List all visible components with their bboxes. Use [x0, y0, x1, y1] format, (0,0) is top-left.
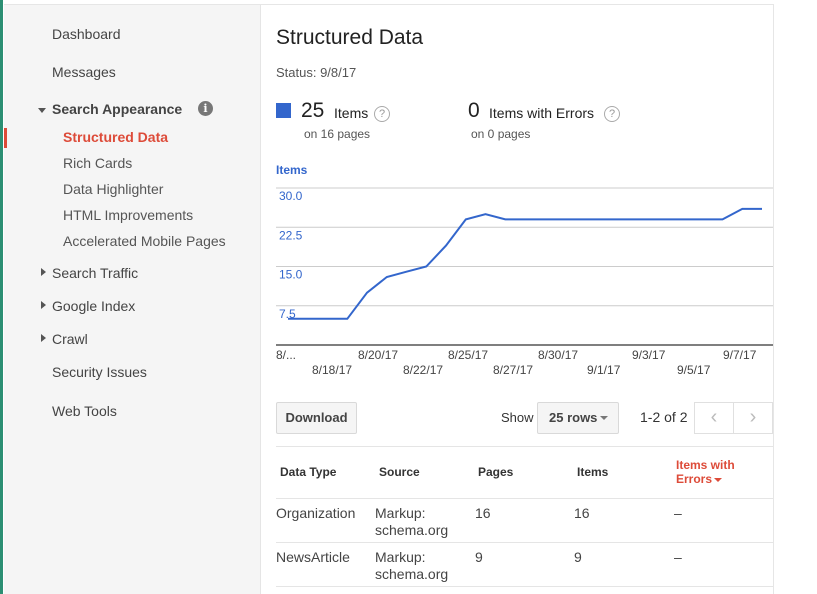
rows-select[interactable]: 25 rows [537, 402, 619, 434]
active-indicator [4, 128, 7, 148]
show-label: Show [501, 410, 534, 425]
prev-page-button[interactable]: ‹ [694, 402, 734, 434]
x-tick-label: 9/7/17 [723, 348, 757, 362]
window-edge [0, 0, 3, 594]
sidebar-item-messages[interactable]: Messages [52, 64, 116, 80]
sidebar-item-amp[interactable]: Accelerated Mobile Pages [63, 233, 226, 249]
cell-pages: 9 [475, 549, 483, 565]
cell-source: Markup: schema.org [375, 505, 449, 538]
sidebar-item-google-index[interactable]: Google Index [52, 298, 135, 314]
items-label: Items [334, 105, 369, 121]
cell-items: 9 [574, 549, 582, 565]
caret-right-icon[interactable] [41, 334, 46, 342]
column-header-pages[interactable]: Pages [478, 465, 513, 479]
next-page-button[interactable]: › [733, 402, 773, 434]
column-header-source[interactable]: Source [379, 465, 420, 479]
table-divider [276, 586, 773, 587]
caret-down-icon[interactable] [38, 108, 46, 113]
cell-errors: – [674, 505, 682, 521]
info-icon[interactable]: i [198, 101, 213, 116]
x-tick-label: 9/3/17 [632, 348, 666, 362]
table-divider [276, 542, 773, 543]
rows-select-value: 25 rows [549, 410, 598, 425]
column-header-items-with-errors[interactable]: Items with Errors [676, 458, 756, 486]
sidebar-item-html-improvements[interactable]: HTML Improvements [63, 207, 193, 223]
pagination-info: 1-2 of 2 [640, 409, 688, 425]
column-header-data-type[interactable]: Data Type [280, 465, 336, 479]
column-header-items[interactable]: Items [577, 465, 608, 479]
x-tick-label: 8/25/17 [448, 348, 488, 362]
sidebar-item-data-highlighter[interactable]: Data Highlighter [63, 181, 163, 197]
x-tick-label: 8/20/17 [358, 348, 398, 362]
x-tick-label: 8/30/17 [538, 348, 578, 362]
x-tick-label: 9/1/17 [587, 363, 621, 377]
cell-data-type[interactable]: Organization [276, 505, 355, 522]
items-pages: on 16 pages [304, 127, 371, 141]
cell-data-type[interactable]: NewsArticle [276, 549, 350, 566]
sidebar-item-web-tools[interactable]: Web Tools [52, 403, 117, 419]
cell-source: Markup: schema.org [375, 549, 449, 582]
sidebar-item-security-issues[interactable]: Security Issues [52, 364, 147, 380]
cell-errors: – [674, 549, 682, 565]
sidebar-item-structured-data[interactable]: Structured Data [63, 129, 168, 145]
page-title: Structured Data [276, 26, 424, 49]
x-tick-label: 9/5/17 [677, 363, 711, 377]
sidebar-item-dashboard[interactable]: Dashboard [52, 26, 121, 42]
items-count: 25 [301, 99, 325, 122]
x-tick-label: 8/... [276, 348, 296, 362]
sort-desc-icon [714, 477, 723, 482]
sidebar-item-search-traffic[interactable]: Search Traffic [52, 265, 138, 281]
x-tick-label: 8/18/17 [312, 363, 352, 377]
y-tick-label: 15.0 [279, 268, 303, 282]
sidebar-item-crawl[interactable]: Crawl [52, 331, 88, 347]
sidebar-nav: Dashboard Messages Search Appearance i S… [4, 5, 261, 594]
cell-items: 16 [574, 505, 590, 521]
errors-count: 0 [468, 99, 480, 122]
download-button[interactable]: Download [276, 402, 357, 434]
column-header-label: Items with Errors [676, 458, 735, 486]
table-divider [276, 498, 773, 499]
series-line [288, 207, 762, 320]
chart-title: Items [276, 163, 308, 177]
cell-pages: 16 [475, 505, 491, 521]
chevron-down-icon [600, 416, 608, 420]
items-line-chart: 7.515.022.530.08/... 8/20/17 8/25/17 8/30/1… [276, 187, 773, 377]
errors-pages: on 0 pages [471, 127, 531, 141]
help-icon[interactable]: ? [604, 106, 620, 122]
x-tick-label: 8/27/17 [493, 363, 533, 377]
items-legend-swatch [276, 103, 291, 118]
y-tick-label: 30.0 [279, 189, 303, 203]
table-divider [276, 446, 773, 447]
status-date: Status: 9/8/17 [276, 65, 357, 80]
x-tick-label: 8/22/17 [403, 363, 443, 377]
y-tick-label: 22.5 [279, 228, 303, 242]
caret-right-icon[interactable] [41, 268, 46, 276]
caret-right-icon[interactable] [41, 301, 46, 309]
sidebar-item-rich-cards[interactable]: Rich Cards [63, 155, 132, 171]
errors-label: Items with Errors [489, 105, 595, 121]
help-icon[interactable]: ? [374, 106, 390, 122]
sidebar-item-search-appearance[interactable]: Search Appearance [52, 101, 182, 117]
